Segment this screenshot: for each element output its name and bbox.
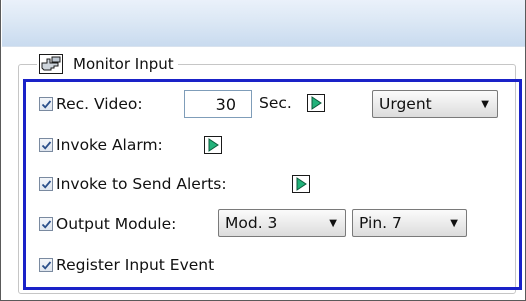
pin-selected: Pin. 7 [359, 214, 402, 232]
priority-selected: Urgent [379, 95, 432, 113]
output-module-checkbox[interactable] [39, 217, 53, 231]
seconds-unit-label: Sec. [259, 94, 292, 112]
register-event-checkbox[interactable] [39, 258, 53, 272]
title-bar [2, 0, 525, 47]
invoke-alarm-checkbox[interactable] [39, 138, 53, 152]
group-legend: Monitor Input [37, 53, 178, 75]
chevron-down-icon: ▼ [329, 217, 337, 229]
invoke-alarm-play-button[interactable] [204, 136, 222, 154]
register-event-row: Register Input Event [39, 252, 214, 278]
hand-pointer-icon [39, 54, 63, 74]
module-dropdown[interactable]: Mod. 3 ▼ [218, 209, 346, 237]
output-module-row: Output Module: [39, 211, 176, 237]
output-module-label: Output Module: [56, 215, 177, 233]
rec-video-checkbox[interactable] [39, 97, 53, 111]
rec-video-play-button[interactable] [307, 94, 325, 112]
invoke-alarm-row: Invoke Alarm: [39, 132, 163, 158]
module-selected: Mod. 3 [225, 214, 278, 232]
invoke-alerts-row: Invoke to Send Alerts: [39, 171, 227, 197]
invoke-alerts-play-button[interactable] [292, 175, 310, 193]
invoke-alarm-label: Invoke Alarm: [56, 136, 163, 154]
invoke-alerts-label: Invoke to Send Alerts: [56, 175, 227, 193]
pin-dropdown[interactable]: Pin. 7 ▼ [352, 209, 467, 237]
group-title: Monitor Input [73, 55, 174, 73]
rec-video-label: Rec. Video: [56, 95, 143, 113]
play-icon [208, 138, 219, 152]
play-icon [296, 177, 307, 191]
play-icon [311, 96, 322, 110]
invoke-alerts-checkbox[interactable] [39, 177, 53, 191]
window-frame: Monitor Input Rec. Video: Sec. Urgent ▼ … [0, 0, 526, 301]
rec-video-seconds-input[interactable] [184, 90, 252, 118]
rec-video-row: Rec. Video: [39, 91, 143, 117]
chevron-down-icon: ▼ [481, 98, 489, 110]
register-event-label: Register Input Event [56, 256, 215, 274]
priority-dropdown[interactable]: Urgent ▼ [372, 90, 498, 118]
chevron-down-icon: ▼ [450, 217, 458, 229]
